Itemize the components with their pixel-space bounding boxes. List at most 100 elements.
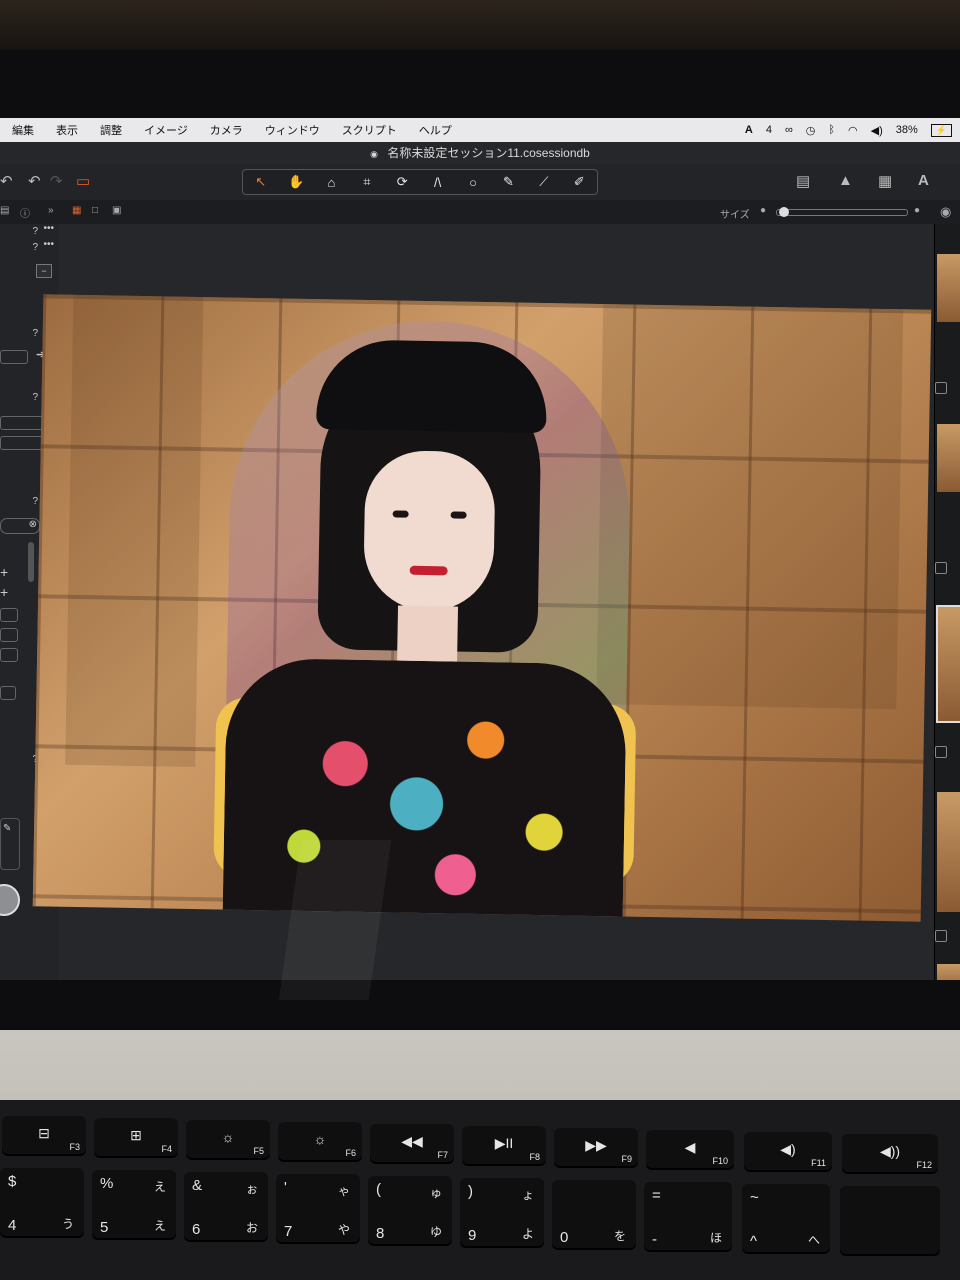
add-icon[interactable]: + <box>0 584 8 600</box>
add-icon[interactable]: + <box>0 564 8 580</box>
thumbnail-size-slider[interactable] <box>776 207 908 217</box>
loupe-tool-icon[interactable]: ⌂ <box>316 175 346 190</box>
key-f5[interactable]: ☼ F5 <box>186 1120 270 1160</box>
key-9[interactable]: ) ょ 9 よ <box>460 1178 544 1248</box>
key-f4[interactable]: ⊞ F4 <box>94 1118 178 1158</box>
key-f11[interactable]: ◀) F11 <box>744 1132 832 1172</box>
key-f3[interactable]: ⊟ F3 <box>2 1116 86 1156</box>
more-icon[interactable]: ••• <box>43 239 54 250</box>
face <box>362 449 496 613</box>
overlay-icon[interactable]: ▤ <box>796 172 810 190</box>
key-5[interactable]: % え 5 え <box>92 1170 176 1240</box>
key-0[interactable]: 0を <box>552 1180 636 1250</box>
sidebar-select[interactable] <box>0 648 18 662</box>
brush-tool-icon[interactable]: ✎ <box>493 174 523 190</box>
wifi-icon[interactable]: ◠ <box>848 124 858 137</box>
keystone-tool-icon[interactable]: /\ <box>423 175 453 190</box>
key-kana: え <box>153 1219 166 1233</box>
undo-button-icon[interactable]: ↶ <box>28 172 41 190</box>
sidebar-select[interactable] <box>0 608 18 622</box>
sidebar-select[interactable] <box>0 628 18 642</box>
grid-view-icon[interactable]: ▦ <box>72 205 81 216</box>
key-6[interactable]: & ぉ 6 お <box>184 1172 268 1242</box>
thumbnail-checkbox[interactable] <box>935 562 947 574</box>
brush-well[interactable]: ✎ <box>0 818 20 870</box>
collapse-button[interactable]: − <box>36 264 52 278</box>
help-icon[interactable]: ? <box>32 392 38 403</box>
key-4[interactable]: $4 う <box>0 1168 84 1238</box>
bluetooth-icon[interactable]: ᛒ <box>828 124 835 136</box>
menu-script[interactable]: スクリプト <box>330 122 407 138</box>
key-yen[interactable] <box>840 1186 940 1256</box>
sidebar-select[interactable] <box>0 686 16 700</box>
picker-tool-icon[interactable]: ⟋ <box>529 174 559 190</box>
annotate-tool-icon[interactable]: ✐ <box>564 174 594 190</box>
search-field[interactable]: ⊗ <box>0 518 40 534</box>
grid-icon[interactable]: ▦ <box>878 172 892 190</box>
crop-tool-icon[interactable]: ⌗ <box>352 174 382 190</box>
color-picker-wheel[interactable] <box>0 884 20 916</box>
mask-tool-icon[interactable]: ○ <box>458 175 488 190</box>
creative-cloud-icon[interactable]: ∞ <box>785 124 793 136</box>
menu-camera[interactable]: カメラ <box>198 122 253 138</box>
pan-tool-icon[interactable]: ✋ <box>281 174 311 190</box>
eye-icon[interactable]: ◉ <box>940 204 951 220</box>
help-icon[interactable]: ? <box>32 226 38 237</box>
key-minus[interactable]: = - ほ <box>644 1182 732 1252</box>
key-shift-char: ( <box>376 1181 381 1198</box>
select-tool-icon[interactable]: ↖ <box>246 174 276 190</box>
redo-icon[interactable]: ↷ <box>50 172 63 190</box>
sidebar-select[interactable] <box>0 350 28 364</box>
more-icon[interactable]: ••• <box>43 223 54 234</box>
cursor-tools: ↖ ✋ ⌂ ⌗ ⟳ /\ ○ ✎ ⟋ ✐ <box>242 169 598 195</box>
key-f8[interactable]: ▶II F8 <box>462 1126 546 1166</box>
thumbnail-checkbox[interactable] <box>935 382 947 394</box>
single-view-icon[interactable]: □ <box>92 205 98 216</box>
adobe-icon[interactable]: A <box>745 124 753 136</box>
thumbnail-checkbox[interactable] <box>935 930 947 942</box>
menu-help[interactable]: ヘルプ <box>407 122 462 138</box>
time-machine-icon[interactable]: ◷ <box>806 124 816 137</box>
sidebar-select[interactable] <box>0 436 44 450</box>
exposure-warning-icon[interactable]: ▲ <box>838 172 853 189</box>
thumbnail[interactable] <box>937 964 960 980</box>
compare-view-icon[interactable]: ▣ <box>112 205 121 216</box>
battery-icon[interactable]: ⚡ <box>930 123 952 137</box>
scrollbar[interactable] <box>28 542 34 582</box>
menu-view[interactable]: 表示 <box>44 122 88 138</box>
key-7[interactable]: ' ゃ 7 や <box>276 1174 360 1244</box>
expand-icon[interactable]: » <box>48 205 54 216</box>
key-caret[interactable]: ~ ^ へ <box>742 1184 830 1254</box>
volume-icon[interactable]: ◀) <box>871 124 883 137</box>
text-tool-icon[interactable]: A <box>918 172 929 189</box>
undo-icon[interactable]: ↶ <box>0 172 13 190</box>
key-8[interactable]: (ゅ 8 ゆ <box>368 1176 452 1246</box>
key-f6[interactable]: ☼ F6 <box>278 1122 362 1162</box>
menu-window[interactable]: ウィンドウ <box>253 122 330 138</box>
key-f9[interactable]: ▶▶ F9 <box>554 1128 638 1168</box>
thumbnail[interactable] <box>937 254 960 322</box>
slider-knob[interactable] <box>779 207 789 217</box>
menu-adjust[interactable]: 調整 <box>88 122 132 138</box>
sidebar-select[interactable] <box>0 416 44 430</box>
thumbnail[interactable] <box>937 792 960 912</box>
rotate-tool-icon[interactable]: ⟳ <box>387 174 417 190</box>
key-f12[interactable]: ◀)) F12 <box>842 1134 938 1174</box>
key-f7[interactable]: ◀◀ F7 <box>370 1124 454 1164</box>
help-icon[interactable]: ? <box>32 496 38 507</box>
thumbnail-selected[interactable] <box>936 605 960 723</box>
clear-icon[interactable]: ⊗ <box>29 519 37 530</box>
help-icon[interactable]: ? <box>32 242 38 253</box>
menu-edit[interactable]: 編集 <box>0 122 44 138</box>
list-icon[interactable]: ▤ <box>0 205 9 216</box>
key-kana: お <box>245 1221 258 1235</box>
info-icon[interactable]: ⓘ <box>20 205 30 220</box>
key-f10[interactable]: ◀ F10 <box>646 1130 734 1170</box>
play-pause-icon: ▶II <box>494 1135 514 1151</box>
menu-image[interactable]: イメージ <box>132 122 198 138</box>
key-kana-small: ゃ <box>337 1184 350 1198</box>
variants-icon[interactable]: ▭ <box>76 172 90 190</box>
thumbnail[interactable] <box>937 424 960 492</box>
thumbnail-checkbox[interactable] <box>935 746 947 758</box>
help-icon[interactable]: ? <box>32 328 38 339</box>
